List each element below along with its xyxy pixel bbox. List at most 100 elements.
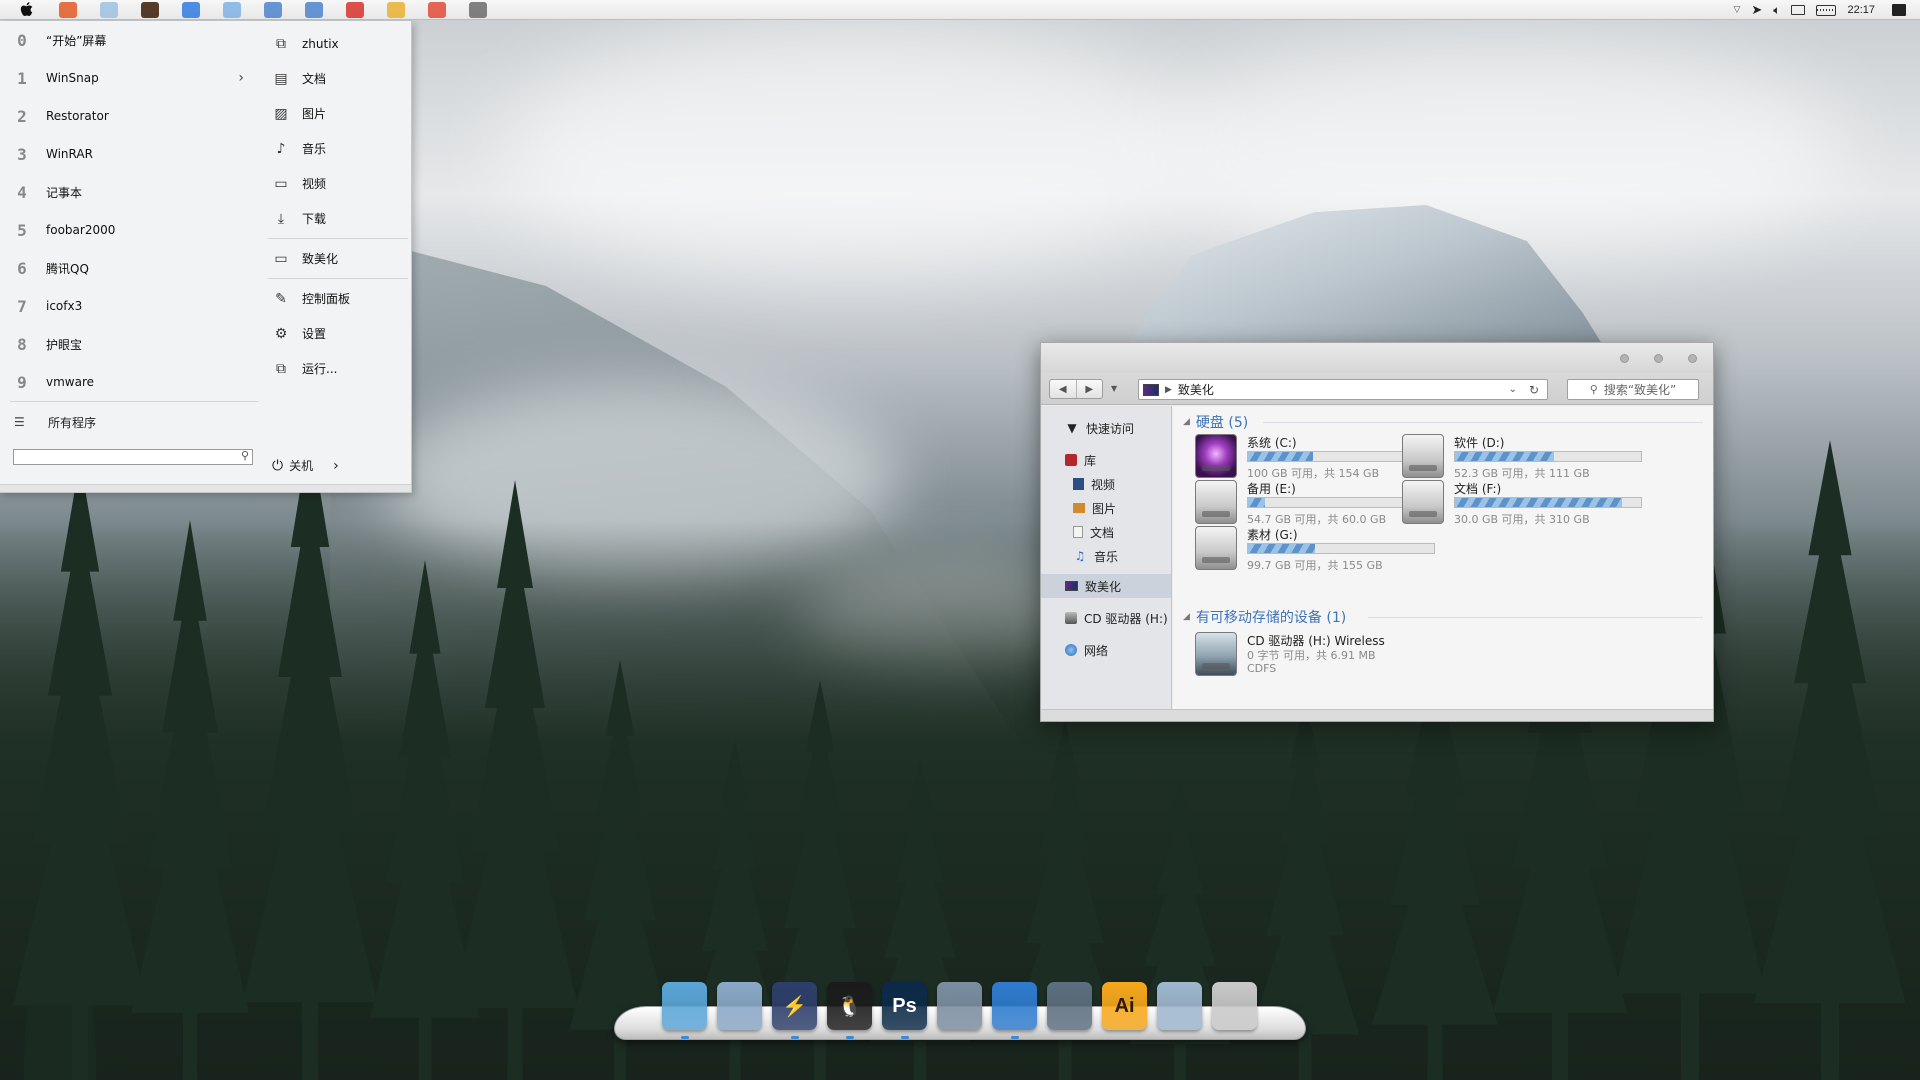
- tool-icon[interactable]: [469, 1, 487, 18]
- picture-icon: ▨: [274, 105, 288, 122]
- drive-cd[interactable]: CD 驱动器 (H:) Wireless 0 字节 可用，共 6.91 MB C…: [1195, 630, 1445, 682]
- back-button[interactable]: ◀: [1050, 380, 1076, 398]
- place-label: 设置: [302, 327, 327, 341]
- nav-network[interactable]: 网络: [1041, 638, 1171, 662]
- qq-penguin-icon[interactable]: 🐧: [827, 982, 872, 1039]
- nav-cd-drive[interactable]: CD 驱动器 (H:): [1041, 606, 1171, 630]
- refresh-icon[interactable]: ↻: [1529, 383, 1539, 397]
- place-item[interactable]: ▤ 文档: [262, 61, 408, 96]
- outlook-icon[interactable]: [223, 1, 241, 18]
- program-item[interactable]: 7 icofx3: [0, 287, 258, 325]
- place-item[interactable]: ⧉ 运行...: [262, 351, 408, 386]
- apple-menu-icon[interactable]: [17, 1, 35, 19]
- design-tools-icon[interactable]: [717, 982, 762, 1030]
- nav-library-videos[interactable]: 视频: [1041, 472, 1171, 496]
- place-item[interactable]: ▭ 致美化: [262, 241, 408, 276]
- office-icon[interactable]: [59, 1, 77, 18]
- place-item[interactable]: ✎ 控制面板: [262, 281, 408, 316]
- nav-quick-access[interactable]: ▼ 快速访问: [1041, 416, 1171, 440]
- terminal-helmet-icon[interactable]: [937, 982, 982, 1030]
- finder-monitor-icon[interactable]: [662, 982, 707, 1039]
- cd-drive-icon: [1065, 612, 1077, 624]
- program-item[interactable]: 3 WinRAR: [0, 135, 258, 173]
- nav-this-pc-label: 致美化: [1085, 579, 1122, 594]
- illustrator-icon[interactable]: [141, 1, 159, 18]
- nav-library-documents[interactable]: 文档: [1041, 520, 1171, 544]
- explorer-search-input[interactable]: ⚲ 搜索“致美化”: [1567, 379, 1699, 400]
- drive-usage-bar: [1247, 543, 1435, 554]
- shutdown-button[interactable]: ⏻ 关机 ›: [272, 457, 339, 474]
- notes-icon[interactable]: [264, 1, 282, 18]
- paper-plane-tray-icon[interactable]: ➤: [1751, 3, 1762, 18]
- place-item[interactable]: ⤓ 下载: [262, 201, 408, 236]
- all-programs-button[interactable]: ☰ 所有程序: [0, 402, 258, 442]
- keyboard-icon[interactable]: [1816, 4, 1837, 16]
- nav-library-pictures[interactable]: 图片: [1041, 496, 1171, 520]
- paper-plane-icon[interactable]: [305, 1, 323, 18]
- drive-item[interactable]: 软件 (D:) 52.3 GB 可用，共 111 GB: [1402, 432, 1652, 484]
- address-dropdown-icon[interactable]: ⌄: [1509, 384, 1517, 395]
- nav-quick-access-label: 快速访问: [1086, 421, 1135, 436]
- minimize-button[interactable]: [1620, 354, 1629, 363]
- close-button[interactable]: [1688, 354, 1697, 363]
- photoshop-icon[interactable]: [100, 1, 118, 18]
- program-item[interactable]: 4 记事本: [0, 173, 258, 211]
- movie-clapper-icon[interactable]: [1047, 982, 1092, 1030]
- place-item[interactable]: ▭ 视频: [262, 166, 408, 201]
- program-item[interactable]: 9 vmware: [0, 363, 258, 401]
- shield-icon[interactable]: [182, 1, 200, 18]
- running-indicator: [680, 1036, 689, 1039]
- program-item[interactable]: 2 Restorator: [0, 97, 258, 135]
- network-icon[interactable]: [1791, 5, 1806, 15]
- running-indicator: [790, 1036, 799, 1039]
- safari-icon[interactable]: [992, 982, 1037, 1039]
- place-item[interactable]: ⧉ zhutix: [262, 26, 408, 61]
- program-item[interactable]: 5 foobar2000: [0, 211, 258, 249]
- chevron-right-icon[interactable]: ›: [238, 70, 244, 86]
- thunder-icon[interactable]: ⚡: [772, 982, 817, 1039]
- chrome-icon[interactable]: [428, 1, 446, 18]
- place-item[interactable]: ♪ 音乐: [262, 131, 408, 166]
- place-item[interactable]: ▨ 图片: [262, 96, 408, 131]
- photoshop-dock-icon[interactable]: Ps: [882, 982, 927, 1039]
- pencil-cup-icon[interactable]: [1212, 982, 1257, 1030]
- illustrator-dock-icon[interactable]: Ai: [1102, 982, 1147, 1030]
- nav-library[interactable]: 库: [1041, 448, 1171, 472]
- program-item[interactable]: 6 腾讯QQ: [0, 249, 258, 287]
- notification-center-icon[interactable]: [1892, 4, 1906, 16]
- library-icon: [1065, 454, 1077, 466]
- chevron-down-icon[interactable]: ▽: [1733, 5, 1740, 15]
- box-icon[interactable]: [1157, 982, 1202, 1030]
- drive-name: 系统 (C:): [1247, 436, 1297, 450]
- program-item[interactable]: 1 WinSnap ›: [0, 59, 258, 97]
- maximize-button[interactable]: [1654, 354, 1663, 363]
- clock[interactable]: 22:17: [1847, 4, 1875, 16]
- group-hard-disks[interactable]: ◢ 硬盘 (5): [1183, 412, 1248, 432]
- title-bar[interactable]: [1041, 343, 1713, 373]
- chevron-right-icon[interactable]: ›: [333, 458, 339, 474]
- drive-item[interactable]: 素材 (G:) 99.7 GB 可用，共 155 GB: [1195, 524, 1445, 576]
- breadcrumb-arrow-icon[interactable]: ▶: [1165, 385, 1172, 395]
- program-item[interactable]: 8 护眼宝: [0, 325, 258, 363]
- volume-icon[interactable]: 🔈︎: [1773, 3, 1780, 18]
- address-bar[interactable]: ▶ 致美化 ⌄ ↻: [1138, 379, 1548, 400]
- forward-button[interactable]: ▶: [1075, 380, 1103, 398]
- collapse-icon[interactable]: ◢: [1183, 612, 1190, 622]
- collapse-icon[interactable]: ◢: [1183, 417, 1190, 427]
- history-dropdown-icon[interactable]: ▼: [1111, 384, 1117, 393]
- drive-item[interactable]: 文档 (F:) 30.0 GB 可用，共 310 GB: [1402, 478, 1652, 530]
- dock-icon-label: Ai: [1114, 994, 1135, 1017]
- nav-this-pc[interactable]: 致美化: [1041, 574, 1171, 598]
- resize-grip: [0, 484, 411, 492]
- netease-music-icon[interactable]: [346, 1, 364, 18]
- group-hard-disks-label: 硬盘 (5): [1195, 415, 1249, 431]
- program-item[interactable]: 0 “开始”屏幕: [0, 21, 258, 59]
- nav-library-music[interactable]: ♫ 音乐: [1041, 544, 1171, 568]
- top-menubar: ▽ ➤ 🔈︎ 22:17: [0, 0, 1920, 20]
- place-item[interactable]: ⚙ 设置: [262, 316, 408, 351]
- computer-icon: ▭: [274, 250, 288, 267]
- folder-icon[interactable]: [387, 1, 405, 18]
- place-label: zhutix: [302, 36, 339, 51]
- group-removable[interactable]: ◢ 有可移动存储的设备 (1): [1183, 607, 1346, 627]
- start-search-input[interactable]: ⚲: [13, 449, 253, 465]
